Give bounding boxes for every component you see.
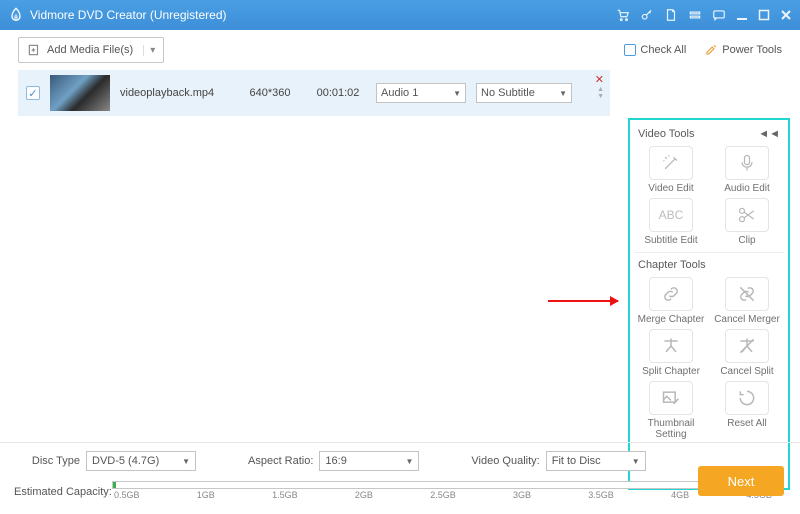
- capacity-tick: 4GB: [671, 490, 689, 500]
- capacity-tick: 1.5GB: [272, 490, 298, 500]
- cancel-merger-label: Cancel Merger: [714, 314, 780, 325]
- tools-panel: Video Tools ◄◄ Video Edit Audio Edit ABC…: [628, 118, 790, 490]
- capacity-label: Estimated Capacity:: [14, 486, 112, 498]
- subtitle-select[interactable]: No Subtitle▼: [476, 83, 572, 103]
- split-chapter-label: Split Chapter: [642, 366, 700, 377]
- capacity-tick: 3.5GB: [588, 490, 614, 500]
- plus-file-icon: [27, 43, 41, 57]
- power-tools-label: Power Tools: [722, 44, 782, 56]
- toolbar: Add Media File(s) ▾ Check All Power Tool…: [0, 30, 800, 70]
- titlebar: Vidmore DVD Creator (Unregistered): [0, 0, 800, 30]
- capacity-tick: 2GB: [355, 490, 373, 500]
- wand-icon: [661, 153, 681, 173]
- scissors-icon: [737, 205, 757, 225]
- next-button[interactable]: Next: [698, 466, 784, 496]
- video-quality-label: Video Quality:: [471, 455, 539, 467]
- audio-edit-button[interactable]: [725, 146, 769, 180]
- aspect-ratio-select[interactable]: 16:9▼: [319, 451, 419, 471]
- chevron-down-icon: ▼: [559, 89, 567, 98]
- video-edit-label: Video Edit: [648, 183, 693, 194]
- add-media-label: Add Media File(s): [47, 44, 133, 56]
- subtitle-edit-button[interactable]: ABC: [649, 198, 693, 232]
- cancel-merger-button[interactable]: [725, 277, 769, 311]
- close-icon[interactable]: [780, 9, 792, 21]
- reorder-handle[interactable]: ▲▼: [597, 86, 604, 100]
- audio-track-select[interactable]: Audio 1▼: [376, 83, 466, 103]
- power-tools-button[interactable]: Power Tools: [704, 43, 782, 57]
- split-chapter-button[interactable]: [649, 329, 693, 363]
- remove-row-button[interactable]: ✕: [595, 73, 604, 86]
- key-icon[interactable]: [640, 8, 654, 22]
- split-icon: [661, 336, 681, 356]
- merge-chapter-label: Merge Chapter: [638, 314, 705, 325]
- capacity-tick: 2.5GB: [430, 490, 456, 500]
- thumbnail-setting-label: Thumbnail Setting: [648, 418, 695, 440]
- window-title: Vidmore DVD Creator (Unregistered): [30, 8, 616, 22]
- video-tools-title: Video Tools: [638, 128, 694, 140]
- chapter-tools-title: Chapter Tools: [638, 259, 706, 271]
- video-quality-select[interactable]: Fit to Disc▼: [546, 451, 646, 471]
- collapse-panel-icon[interactable]: ◄◄: [758, 128, 780, 140]
- cancel-split-label: Cancel Split: [720, 366, 773, 377]
- resolution-label: 640*360: [240, 87, 300, 99]
- capacity-tick: 3GB: [513, 490, 531, 500]
- capacity-tick: 1GB: [197, 490, 215, 500]
- duration-label: 00:01:02: [310, 87, 366, 99]
- abc-icon: ABC: [659, 208, 684, 222]
- maximize-icon[interactable]: [758, 9, 770, 21]
- reset-icon: [737, 388, 757, 408]
- unlink-icon: [737, 284, 757, 304]
- check-all-label: Check All: [640, 44, 686, 56]
- tools-icon: [704, 43, 718, 57]
- capacity-tick: 0.5GB: [114, 490, 140, 500]
- audio-edit-label: Audio Edit: [724, 183, 770, 194]
- reset-all-label: Reset All: [727, 418, 766, 429]
- file-row[interactable]: ✓ videoplayback.mp4 640*360 00:01:02 Aud…: [18, 70, 610, 116]
- cart-icon[interactable]: [616, 8, 630, 22]
- settings-icon[interactable]: [688, 8, 702, 22]
- microphone-icon: [737, 153, 757, 173]
- feedback-icon[interactable]: [712, 8, 726, 22]
- chevron-down-icon: ▾: [143, 45, 155, 56]
- cancel-split-icon: [737, 336, 757, 356]
- check-all-toggle[interactable]: Check All: [624, 44, 686, 56]
- checkbox-icon: [624, 44, 636, 56]
- subtitle-edit-label: Subtitle Edit: [644, 235, 697, 246]
- minimize-icon[interactable]: [736, 9, 748, 21]
- reset-all-button[interactable]: [725, 381, 769, 415]
- thumbnail-setting-button[interactable]: [649, 381, 693, 415]
- bottom-bar: Disc Type DVD-5 (4.7G)▼ Aspect Ratio: 16…: [0, 442, 800, 514]
- disc-type-select[interactable]: DVD-5 (4.7G)▼: [86, 451, 196, 471]
- video-thumbnail: [50, 75, 110, 111]
- capacity-fill: [113, 482, 116, 488]
- video-edit-button[interactable]: [649, 146, 693, 180]
- annotation-arrow: [548, 300, 618, 302]
- image-edit-icon: [661, 388, 681, 408]
- capacity-bar: 0.5GB1GB1.5GB2GB2.5GB3GB3.5GB4GB4.5GB: [112, 481, 774, 503]
- file-icon[interactable]: [664, 8, 678, 22]
- clip-button[interactable]: [725, 198, 769, 232]
- disc-type-label: Disc Type: [14, 455, 80, 467]
- aspect-ratio-label: Aspect Ratio:: [248, 455, 313, 467]
- clip-label: Clip: [738, 235, 755, 246]
- app-logo-icon: [8, 7, 24, 23]
- add-media-button[interactable]: Add Media File(s) ▾: [18, 37, 164, 63]
- cancel-split-button[interactable]: [725, 329, 769, 363]
- link-icon: [661, 284, 681, 304]
- chevron-down-icon: ▼: [453, 89, 461, 98]
- row-checkbox[interactable]: ✓: [26, 86, 40, 100]
- filename-label: videoplayback.mp4: [120, 87, 230, 99]
- merge-chapter-button[interactable]: [649, 277, 693, 311]
